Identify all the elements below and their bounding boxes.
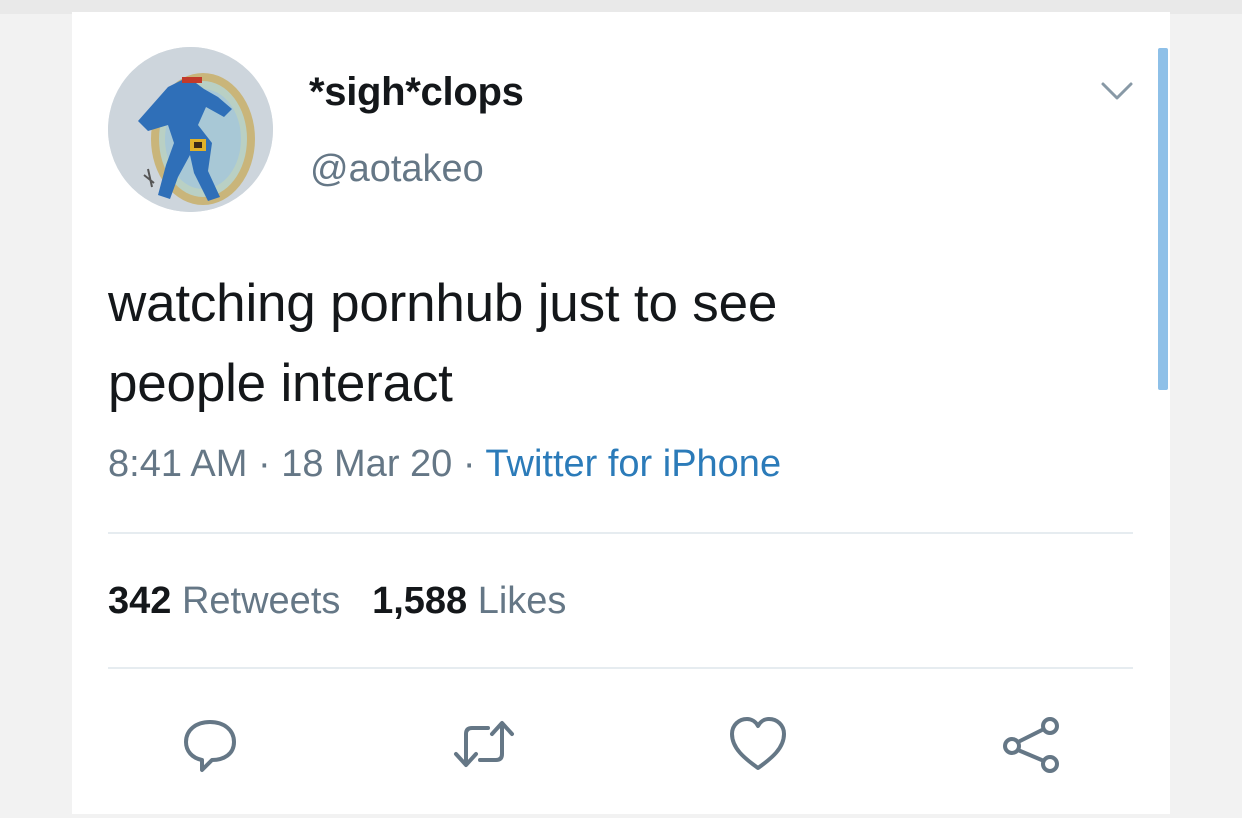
tweet-date[interactable]: 18 Mar 20 [281, 443, 452, 485]
avatar[interactable] [108, 47, 273, 212]
retweets-stat[interactable]: 342 Retweets [108, 580, 340, 622]
meta-separator: · [247, 443, 282, 485]
reply-icon [184, 720, 236, 772]
retweets-label: Retweets [181, 580, 341, 622]
tweet-text: watching pornhub just to see people inte… [108, 264, 1108, 424]
tweet-stats: 342 Retweets 1,588 Likes [108, 580, 566, 623]
user-handle[interactable]: @aotakeo [310, 148, 484, 191]
likes-count: 1,588 [372, 580, 468, 622]
tweet-source-link[interactable]: Twitter for iPhone [485, 443, 781, 485]
tweet-time[interactable]: 8:41 AM [108, 443, 247, 485]
meta-separator: · [452, 443, 486, 485]
reply-button[interactable] [178, 712, 242, 776]
divider [108, 532, 1133, 534]
likes-stat[interactable]: 1,588 Likes [372, 580, 566, 622]
heart-icon [730, 717, 786, 770]
tweet-text-line: people interact [108, 354, 453, 413]
display-name[interactable]: *sigh*clops [309, 70, 524, 115]
retweet-icon [454, 721, 514, 767]
retweet-button[interactable] [452, 712, 516, 776]
tweet-meta: 8:41 AM · 18 Mar 20 · Twitter for iPhone [108, 443, 781, 486]
avatar-illustration [108, 47, 273, 212]
tweet-text-line: watching pornhub just to see [108, 274, 778, 333]
likes-label: Likes [477, 580, 567, 622]
scrollbar[interactable] [1158, 48, 1168, 390]
retweets-count: 342 [108, 580, 172, 622]
chevron-down-icon[interactable] [1100, 80, 1134, 102]
divider [108, 667, 1133, 669]
share-icon [1003, 717, 1059, 773]
like-button[interactable] [726, 712, 790, 776]
share-button[interactable] [1000, 712, 1064, 776]
